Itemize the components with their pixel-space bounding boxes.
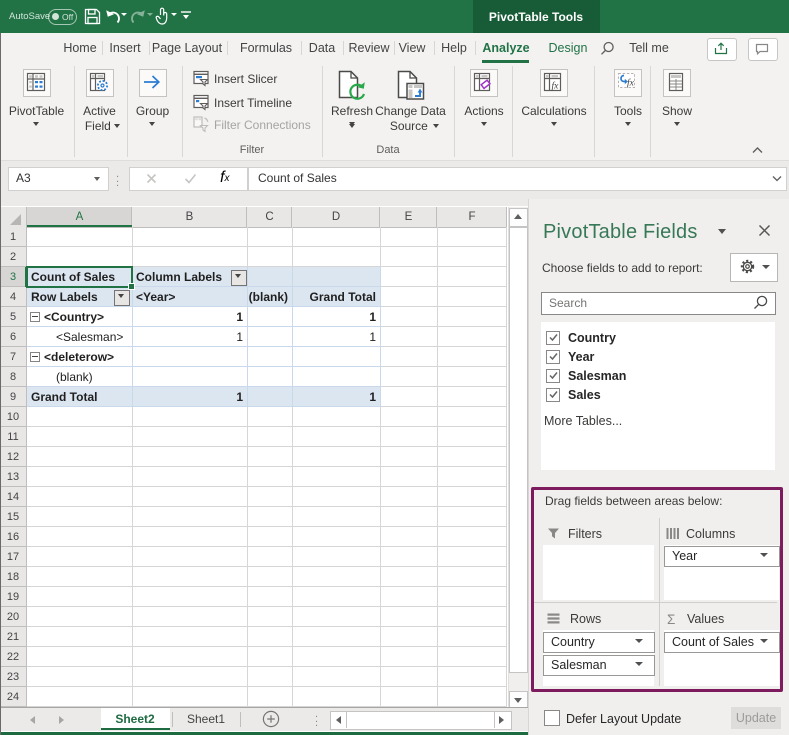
svg-text:fx: fx bbox=[552, 81, 560, 92]
svg-text:fx: fx bbox=[627, 78, 635, 89]
